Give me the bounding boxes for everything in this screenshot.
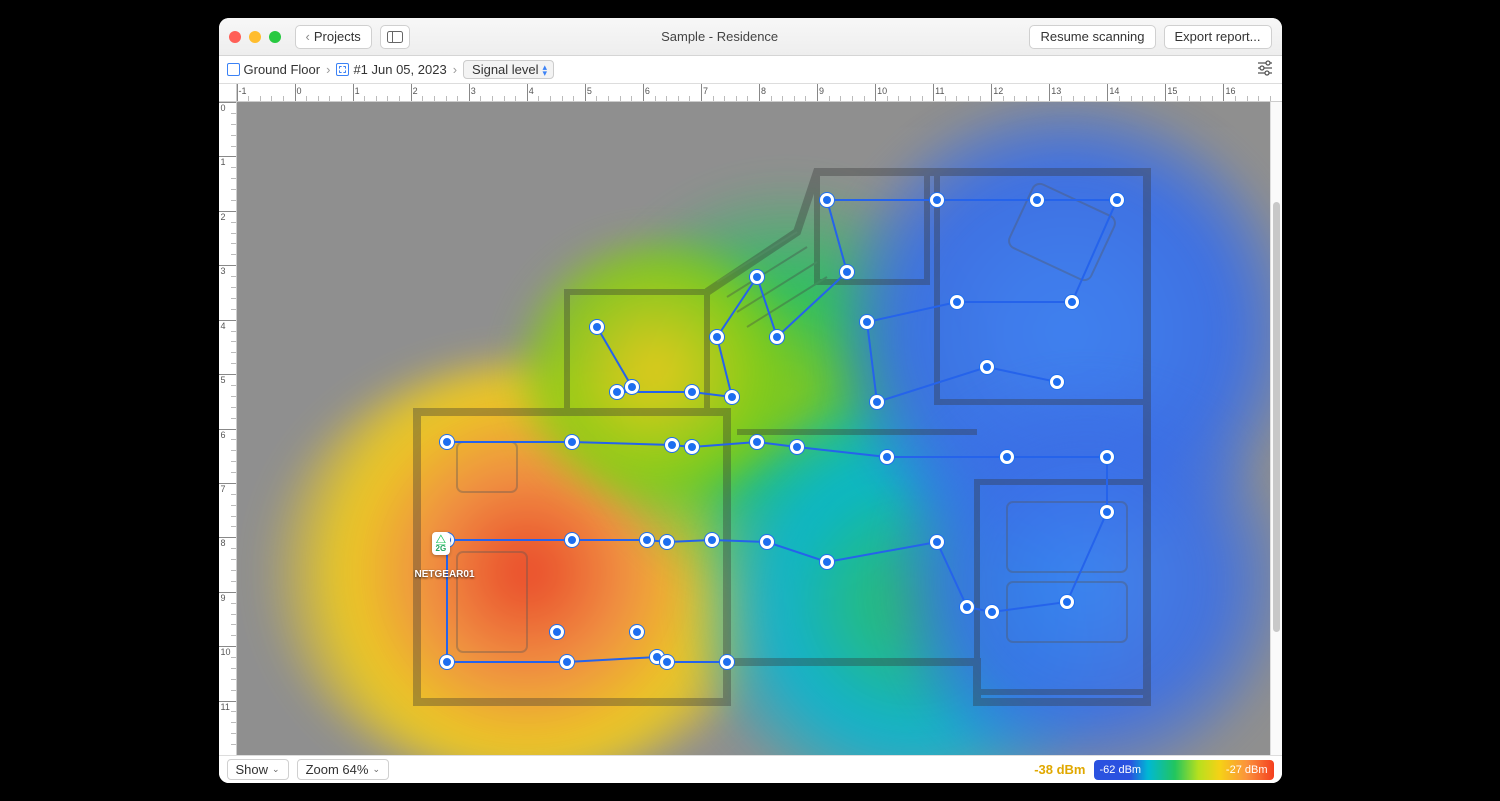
ap-name: NETGEAR01 xyxy=(415,569,475,580)
snapshot-icon xyxy=(336,63,349,76)
ruler-row: -101234567891011121314151617 xyxy=(219,84,1282,102)
survey-point[interactable] xyxy=(1030,193,1044,207)
legend-min: -62 dBm xyxy=(1100,764,1142,776)
ap-band: 2G xyxy=(436,544,447,553)
bottom-bar: Show ⌄ Zoom 64% ⌄ -38 dBm -62 dBm -27 dB… xyxy=(219,755,1282,783)
legend-gradient: -62 dBm -27 dBm xyxy=(1094,760,1274,780)
canvas-inner: ⧋ 2G NETGEAR01 xyxy=(237,102,1270,755)
survey-point[interactable] xyxy=(560,655,574,669)
export-report-button[interactable]: Export report... xyxy=(1164,25,1272,49)
close-icon[interactable] xyxy=(229,31,241,43)
survey-point[interactable] xyxy=(565,533,579,547)
sidebar-toggle-button[interactable] xyxy=(380,25,410,49)
ruler-horizontal: -101234567891011121314151617 xyxy=(237,84,1282,102)
survey-point[interactable] xyxy=(770,330,784,344)
breadcrumb-bar: Ground Floor › #1 Jun 05, 2023 › Signal … xyxy=(219,56,1282,84)
sidebar-icon xyxy=(387,31,403,43)
survey-point[interactable] xyxy=(640,533,654,547)
survey-point[interactable] xyxy=(750,270,764,284)
survey-point[interactable] xyxy=(760,535,774,549)
survey-point[interactable] xyxy=(985,605,999,619)
survey-point[interactable] xyxy=(685,385,699,399)
access-point-badge[interactable]: ⧋ 2G xyxy=(432,532,451,555)
survey-point[interactable] xyxy=(930,193,944,207)
sliders-icon xyxy=(1256,59,1274,77)
resume-scanning-button[interactable]: Resume scanning xyxy=(1029,25,1155,49)
chevron-right-icon: › xyxy=(453,62,457,77)
survey-point[interactable] xyxy=(710,330,724,344)
survey-point[interactable] xyxy=(660,655,674,669)
visualization-selector[interactable]: Signal level ▴▾ xyxy=(463,60,554,79)
scrollbar-vertical[interactable] xyxy=(1270,102,1282,755)
survey-point[interactable] xyxy=(1000,450,1014,464)
survey-point[interactable] xyxy=(1060,595,1074,609)
minimize-icon[interactable] xyxy=(249,31,261,43)
back-label: Projects xyxy=(314,29,361,44)
window-controls xyxy=(229,31,281,43)
scrollbar-thumb[interactable] xyxy=(1273,202,1280,632)
survey-point[interactable] xyxy=(1110,193,1124,207)
survey-point[interactable] xyxy=(660,535,674,549)
survey-point[interactable] xyxy=(665,438,679,452)
survey-point[interactable] xyxy=(1065,295,1079,309)
survey-point[interactable] xyxy=(1050,375,1064,389)
heatmap-canvas[interactable]: ⧋ 2G NETGEAR01 xyxy=(237,102,1270,755)
window-title: Sample - Residence xyxy=(661,29,778,44)
legend-current-value: -38 dBm xyxy=(1034,762,1085,777)
ruler-vertical: 01234567891011 xyxy=(219,102,237,755)
legend-max: -27 dBm xyxy=(1226,764,1268,776)
show-menu-button[interactable]: Show ⌄ xyxy=(227,759,289,780)
survey-point[interactable] xyxy=(610,385,624,399)
survey-point[interactable] xyxy=(705,533,719,547)
floor-icon xyxy=(227,63,240,76)
survey-point[interactable] xyxy=(1100,505,1114,519)
chevron-down-icon: ⌄ xyxy=(272,764,280,775)
view-options-button[interactable] xyxy=(1256,59,1274,80)
survey-point[interactable] xyxy=(860,315,874,329)
survey-point[interactable] xyxy=(440,435,454,449)
survey-point[interactable] xyxy=(870,395,884,409)
wifi-icon: ⧋ xyxy=(436,534,447,544)
signal-legend: -38 dBm -62 dBm -27 dBm xyxy=(1034,760,1273,780)
survey-point[interactable] xyxy=(820,555,834,569)
chevron-down-icon: ⌄ xyxy=(372,764,380,775)
survey-point[interactable] xyxy=(930,535,944,549)
survey-point[interactable] xyxy=(625,380,639,394)
survey-point[interactable] xyxy=(960,600,974,614)
survey-point[interactable] xyxy=(750,435,764,449)
survey-point[interactable] xyxy=(790,440,804,454)
survey-point[interactable] xyxy=(565,435,579,449)
canvas-row: 01234567891011 xyxy=(219,102,1282,755)
survey-point[interactable] xyxy=(820,193,834,207)
survey-point[interactable] xyxy=(440,655,454,669)
survey-point[interactable] xyxy=(880,450,894,464)
chevron-left-icon: ‹ xyxy=(306,29,310,44)
stepper-icon: ▴▾ xyxy=(543,64,548,76)
app-window: ‹ Projects Sample - Residence Resume sca… xyxy=(219,18,1282,783)
zoom-icon[interactable] xyxy=(269,31,281,43)
survey-point[interactable] xyxy=(840,265,854,279)
survey-point[interactable] xyxy=(630,625,644,639)
survey-point[interactable] xyxy=(590,320,604,334)
ruler-corner xyxy=(219,84,237,102)
zoom-menu-button[interactable]: Zoom 64% ⌄ xyxy=(297,759,389,780)
breadcrumb-floor[interactable]: Ground Floor xyxy=(227,62,321,77)
survey-point[interactable] xyxy=(725,390,739,404)
survey-point[interactable] xyxy=(550,625,564,639)
survey-point[interactable] xyxy=(720,655,734,669)
survey-point[interactable] xyxy=(1100,450,1114,464)
chevron-right-icon: › xyxy=(326,62,330,77)
titlebar: ‹ Projects Sample - Residence Resume sca… xyxy=(219,18,1282,56)
back-projects-button[interactable]: ‹ Projects xyxy=(295,25,372,49)
survey-point[interactable] xyxy=(980,360,994,374)
breadcrumb-snapshot[interactable]: #1 Jun 05, 2023 xyxy=(336,62,446,77)
survey-point[interactable] xyxy=(950,295,964,309)
survey-point[interactable] xyxy=(685,440,699,454)
